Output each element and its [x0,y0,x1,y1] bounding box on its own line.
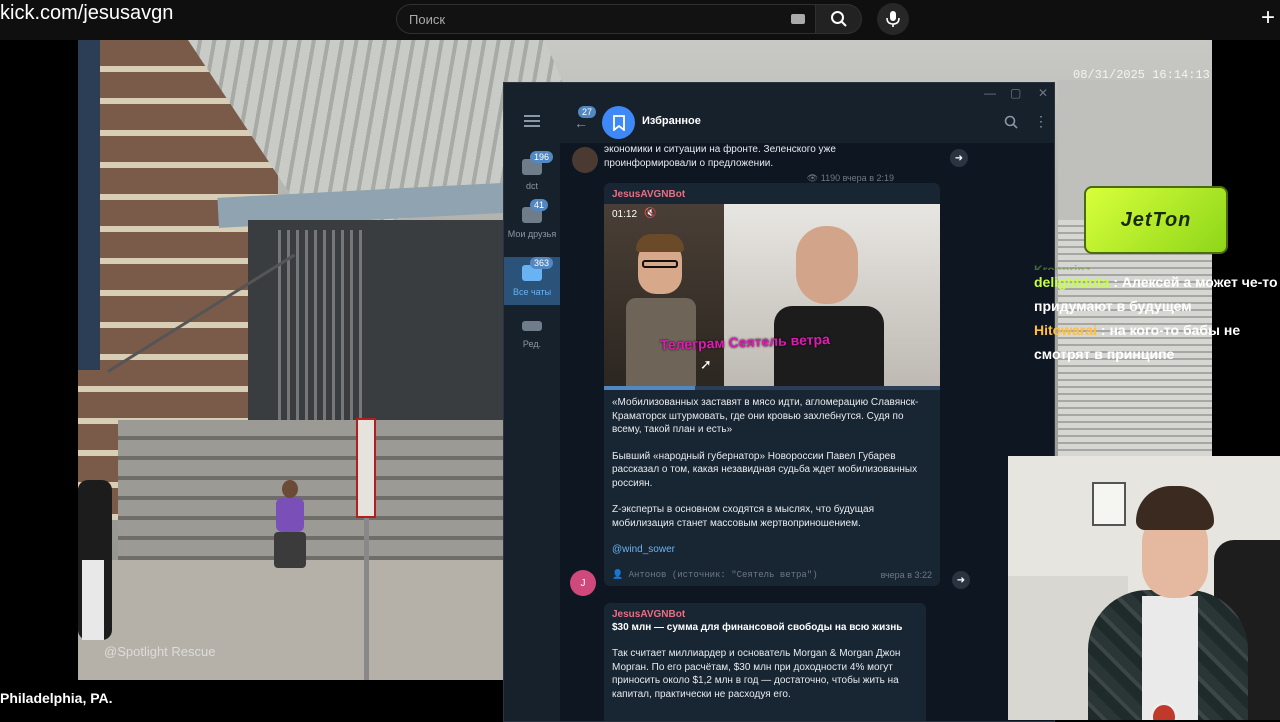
chat-message: delightdota : Алексей а может че-то прид… [1034,274,1278,314]
video-location-caption: Philadelphia, PA. [0,690,113,706]
folder-dct[interactable]: 196 dct [504,151,560,201]
search-button[interactable] [816,4,862,34]
message-video-post: JesusAVGNBot 01:12 🔇 Телеграм Сеятель ве… [604,183,940,586]
search-input[interactable] [397,5,777,33]
voice-search-button[interactable] [877,3,909,35]
video-progress-fill [604,386,695,390]
chat-username: delightdota [1034,274,1110,290]
video-watermark: @Spotlight Rescue [104,644,216,659]
message-headline: $30 млн — сумма для финансовой свободы н… [612,622,903,633]
keyboard-icon[interactable] [791,14,805,24]
folder-edit[interactable]: Ред. [504,309,560,359]
sender-avatar[interactable]: J [570,570,596,596]
microphone-icon [886,11,900,27]
forward-arrow-icon: ➜ [954,152,964,164]
bookmark-icon [612,114,625,131]
folder-my-friends[interactable]: 41 Мои друзья [504,199,560,255]
video-person-left [626,234,696,390]
forward-button[interactable]: ➜ [952,571,970,589]
message-body: Так считает миллиардер и основатель Morg… [612,648,901,700]
minimize-button[interactable]: — [984,86,996,100]
streamer [1078,486,1248,720]
search-icon [830,11,847,27]
channel-link[interactable]: @wind_sower [612,543,932,557]
forward-button[interactable]: ➜ [950,149,968,167]
blue-column [78,40,100,370]
sender-name[interactable]: JesusAVGNBot [604,603,926,620]
video-timestamp: 08/31/2025 16:14:13 [1073,68,1210,82]
close-button[interactable]: ✕ [1038,86,1048,100]
folder-sidebar: 196 dct 41 Мои друзья 363 Все чаты Ред. [504,103,560,721]
sponsor-logo-text: JetTon [1120,208,1192,231]
muted-icon[interactable]: 🔇 [644,208,656,219]
chat-header: ← 27 Избранное ⋮ [560,103,1054,143]
chat-message: Hitowarai : на кого-то бабы не смотрят в… [1034,322,1241,362]
parking-sign [356,418,376,518]
folder-label: Ред. [522,339,542,349]
sender-name[interactable]: JesusAVGNBot [604,183,940,200]
message-time: вчера в 2:19 [842,173,894,183]
message-paragraph: «Мобилизованных заставят в мясо идти, аг… [612,397,919,435]
back-unread-badge: 27 [578,106,597,118]
message-paragraph: Бывший «народный губернатор» Новороссии … [612,450,918,489]
video-progress-bar[interactable] [604,386,940,390]
maximize-button[interactable]: ▢ [1010,86,1021,100]
folder-all-chats[interactable]: 363 Все чаты [504,257,560,305]
video-attachment[interactable]: 01:12 🔇 Телеграм Сеятель ветра ➚ [604,204,940,390]
message-paragraph: Z-эксперты в основном сходятся в мыслях,… [612,504,875,529]
sitting-person [270,480,310,570]
message-body: «Мобилизованных заставят в мясо идти, аг… [604,390,940,557]
sender-avatar[interactable] [572,147,598,173]
views-count: 1190 [820,173,841,183]
window-titlebar[interactable]: — ▢ ✕ [504,83,1054,103]
signature-text: 👤 Антонов (источник: "Сеятель ветра") [612,569,818,580]
search-icon[interactable] [1004,115,1018,134]
message-signature: 👤 Антонов (источник: "Сеятель ветра") вч… [604,570,940,586]
message-text: экономики и ситуации на фронте. Зеленско… [604,144,836,169]
saved-messages-avatar[interactable] [602,106,635,139]
mouse-cursor-icon: ➚ [700,356,712,372]
stream-chat-overlay: Kronprinz delightdota : Алексей а может … [1034,258,1280,366]
chat-message-faded: Kronprinz [1034,263,1091,270]
plus-icon: + [1260,4,1275,31]
message-list[interactable]: экономики и ситуации на фронте. Зеленско… [560,143,1054,721]
message-time: вчера в 3:22 [880,569,932,580]
folder-label: Все чаты [512,287,552,297]
unread-badge: 196 [530,151,554,163]
more-options-icon[interactable]: ⋮ [1034,113,1048,130]
folder-label: dct [525,181,538,191]
unread-badge: 41 [530,199,549,211]
message-next-post: JesusAVGNBot $30 млн — сумма для финансо… [604,603,926,721]
sidewalk [78,560,518,680]
walking-person-legs [82,560,104,640]
streamer-webcam [1008,456,1280,720]
message-top: экономики и ситуации на фронте. Зеленско… [604,143,894,185]
video-person-right [774,226,884,390]
browser-top-bar: kick.com/jesusavgn + [0,0,1280,40]
hamburger-menu-icon[interactable] [524,115,540,127]
chat-title[interactable]: Избранное [642,115,701,127]
new-tab-button[interactable]: + [1254,4,1280,32]
search-box[interactable] [396,4,816,34]
chat-username: Hitowarai [1034,322,1098,338]
page-url[interactable]: kick.com/jesusavgn [0,2,173,25]
unread-badge: 363 [530,257,554,269]
video-duration: 01:12 [612,209,638,220]
telegram-window[interactable]: — ▢ ✕ 196 dct 41 Мои друзья 363 Все чаты… [503,82,1055,722]
folder-label: Мои друзья [507,229,557,239]
stairs [118,420,538,570]
forward-arrow-icon: ➜ [956,574,966,586]
sliders-icon [522,321,542,331]
views-icon: 👁 [806,173,819,183]
sponsor-logo: JetTon [1084,186,1228,254]
